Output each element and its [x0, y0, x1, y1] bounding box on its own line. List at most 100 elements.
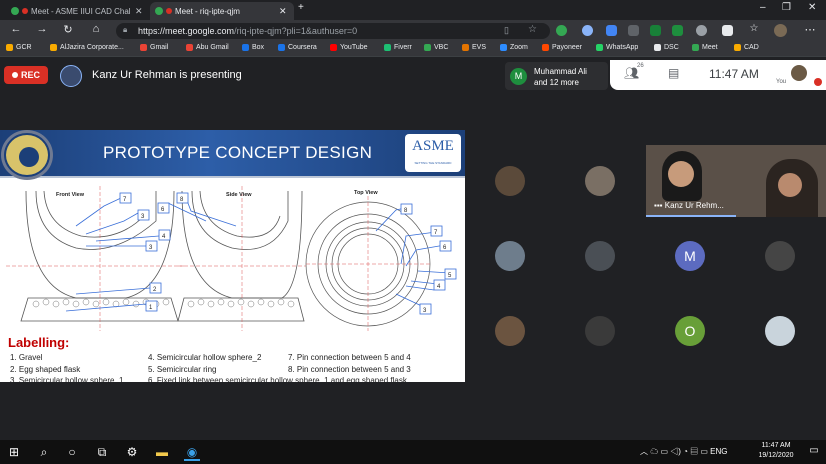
windows-start-icon[interactable]: ⊞ — [6, 445, 22, 459]
rec-label: REC — [20, 70, 40, 80]
self-avatar[interactable] — [791, 65, 807, 81]
speaker-video-tile[interactable]: ▪▪▪ Kanz Ur Rehm... — [646, 145, 826, 217]
participant-avatar[interactable] — [765, 241, 795, 271]
record-dot-icon — [11, 72, 18, 78]
taskbar-date[interactable]: 19/12/2020 — [754, 452, 798, 459]
chat-icon[interactable]: ▤ — [668, 66, 679, 80]
labelling-title: Labelling: — [8, 335, 70, 350]
bookmark-item[interactable]: VBC — [424, 44, 448, 51]
participant-avatar[interactable] — [585, 316, 615, 346]
extension-grey-icon[interactable] — [628, 25, 639, 36]
label-item: 3. Semicircular hollow sphere_1 — [10, 376, 124, 382]
notification-avatar: M — [510, 68, 527, 85]
new-tab-button[interactable]: + — [298, 2, 304, 13]
bookmark-item[interactable]: Fiverr — [384, 44, 412, 51]
video-tile-name: ▪▪▪ Kanz Ur Rehm... — [654, 201, 724, 210]
restore-button[interactable]: ❐ — [782, 2, 791, 13]
participant-avatar[interactable] — [585, 166, 615, 196]
notification-line1: Muhammad Ali — [534, 67, 587, 76]
bookmark-item[interactable]: GCR — [6, 44, 32, 51]
extension-white-icon[interactable] — [722, 25, 733, 36]
slide-header: PROTOTYPE CONCEPT DESIGN ASME SETTING TH… — [0, 130, 465, 178]
participant-avatar[interactable] — [495, 316, 525, 346]
side-view-label: Side View — [226, 192, 252, 198]
extension-green-icon[interactable] — [556, 25, 567, 36]
bookmarks-bar: GCR AlJazira Corporate... Gmail Abu Gmai… — [0, 42, 826, 57]
taskbar-time[interactable]: 11:47 AM — [756, 442, 796, 449]
url-text: https://meet.google.com/riq-ipte-qjm?pli… — [138, 26, 358, 36]
participant-avatar[interactable] — [585, 241, 615, 271]
settings-gear-icon[interactable]: ⚙ — [124, 445, 140, 459]
home-icon[interactable]: ⌂ — [88, 23, 104, 35]
participant-initial-avatar[interactable]: M — [675, 241, 705, 271]
label-item: 1. Gravel — [10, 353, 43, 362]
close-tab-icon[interactable]: ✕ — [135, 6, 143, 17]
address-toolbar: ← → ↻ ⌂ 🔒︎ https://meet.google.com/riq-i… — [0, 20, 826, 42]
back-arrow-icon[interactable]: ← — [8, 23, 24, 35]
meet-favicon-icon — [155, 7, 163, 15]
omnibox[interactable]: 🔒︎ https://meet.google.com/riq-ipte-qjm?… — [116, 23, 550, 39]
edge-browser-icon[interactable]: ◉ — [184, 445, 200, 461]
profile-avatar[interactable] — [774, 24, 787, 37]
forward-arrow-icon[interactable]: → — [34, 23, 50, 35]
bookmark-item[interactable]: Abu Gmail — [186, 44, 229, 51]
tab-meet-active[interactable]: Meet - riq-ipte-qjm ✕ — [150, 2, 294, 20]
bookmark-star-icon[interactable]: ☆ — [528, 24, 537, 35]
bookmark-item[interactable]: WhatsApp — [596, 44, 638, 51]
close-window-button[interactable]: ✕ — [808, 2, 816, 13]
tab-asme-cad[interactable]: Meet - ASME IIUI CAD Chal ✕ — [6, 2, 146, 20]
bookmark-item[interactable]: Coursera — [278, 44, 317, 51]
bookmark-item[interactable]: DSC — [654, 44, 679, 51]
bookmark-item[interactable]: YouTube — [330, 44, 368, 51]
label-item: 2. Egg shaped flask — [10, 365, 81, 374]
bookmark-item[interactable]: Payoneer — [542, 44, 582, 51]
asme-logo: ASME SETTING THE STANDARD — [405, 134, 461, 172]
bookmark-item[interactable]: CAD — [734, 44, 759, 51]
extension-sheet-icon[interactable] — [672, 25, 683, 36]
meet-clock: 11:47 AM — [709, 67, 759, 81]
task-view-icon[interactable]: ⧉ — [94, 445, 110, 460]
bookmark-item[interactable]: Gmail — [140, 44, 168, 51]
recording-dot-icon — [166, 8, 172, 14]
extension-blue-icon[interactable] — [606, 25, 617, 36]
participant-avatar[interactable] — [765, 316, 795, 346]
tab-title: Meet - riq-ipte-qjm — [175, 6, 240, 16]
label-item: 4. Semicircular hollow sphere_2 — [148, 353, 262, 362]
browser-menu-icon[interactable]: ⋯ — [802, 23, 818, 36]
bookmark-item[interactable]: AlJazira Corporate... — [50, 44, 124, 51]
bookmark-item[interactable]: EVS — [462, 44, 486, 51]
close-tab-icon[interactable]: ✕ — [279, 6, 287, 17]
extension-puzzle-icon[interactable] — [696, 25, 707, 36]
file-explorer-icon[interactable]: ▬ — [154, 445, 170, 459]
cortana-icon[interactable]: ○ — [64, 445, 80, 459]
extensions-star-icon[interactable]: ☆ — [746, 23, 762, 34]
search-icon[interactable]: ⌕ — [36, 445, 52, 460]
label-item: 7. Pin connection between 5 and 4 — [288, 353, 411, 362]
notification-center-icon[interactable]: ▭ — [806, 445, 822, 456]
system-tray[interactable]: ︿ ☁ ▭ ◁) ◔ ▤ ▭ ENG — [640, 446, 728, 457]
tray-icons: ︿ ☁ ▭ ◁) ◔ ▤ ▭ — [640, 447, 711, 456]
meet-favicon-icon — [11, 7, 19, 15]
reload-icon[interactable]: ↻ — [60, 23, 76, 36]
speaking-indicator — [646, 215, 736, 217]
participant-count: 26 — [637, 63, 644, 69]
university-logo — [4, 133, 50, 177]
bookmark-item[interactable]: Box — [242, 44, 264, 51]
recording-dot-icon — [22, 8, 28, 14]
self-recording-icon — [814, 78, 822, 86]
bookmark-item[interactable]: Meet — [692, 44, 718, 51]
join-notification[interactable]: M Muhammad Ali and 12 more — [505, 62, 608, 90]
extension-cloud-icon[interactable] — [582, 25, 593, 36]
participant-avatar[interactable] — [495, 166, 525, 196]
participant-avatar[interactable] — [495, 241, 525, 271]
notification-line2: and 12 more — [534, 78, 579, 87]
minimize-button[interactable]: – — [760, 2, 766, 13]
tab-title: Meet - ASME IIUI CAD Chal — [31, 6, 131, 16]
you-label: You — [776, 79, 787, 85]
label-item: 5. Semicircular ring — [148, 365, 217, 374]
participant-initial-avatar[interactable]: O — [675, 316, 705, 346]
bookmark-item[interactable]: Zoom — [500, 44, 528, 51]
extension-dark-green-icon[interactable] — [650, 25, 661, 36]
camera-permission-icon[interactable]: ▯ — [504, 25, 509, 36]
label-item: 8. Pin connection between 5 and 3 — [288, 365, 411, 374]
